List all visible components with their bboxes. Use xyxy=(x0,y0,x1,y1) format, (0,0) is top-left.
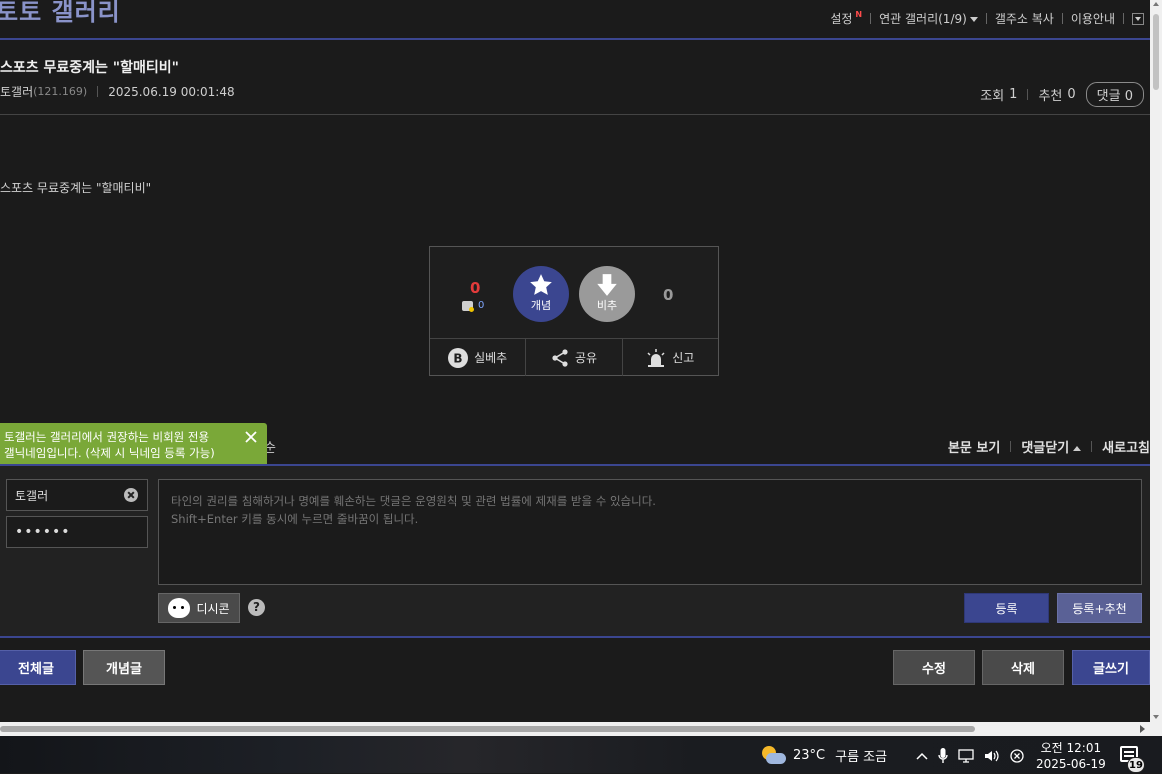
bottom-divider xyxy=(0,636,1150,638)
recommended-posts-button[interactable]: 개념글 xyxy=(83,650,165,685)
microphone-icon[interactable] xyxy=(938,748,948,764)
divider xyxy=(97,86,99,97)
close-icon[interactable] xyxy=(245,431,257,443)
related-gallery-dropdown[interactable]: 연관 갤러리(1/9) xyxy=(879,10,978,27)
silbe-recommend-button[interactable]: B 실베추 xyxy=(430,339,527,376)
report-button[interactable]: 신고 xyxy=(623,339,718,376)
weather-description: 구름 조금 xyxy=(835,749,888,765)
clear-icon[interactable] xyxy=(124,488,138,502)
copy-address-link[interactable]: 갤주소 복사 xyxy=(995,10,1054,27)
system-clock[interactable]: 오전 12:01 2025-06-19 xyxy=(1036,740,1106,772)
scroll-down-icon[interactable] xyxy=(1153,715,1159,719)
post-header-divider xyxy=(0,114,1150,115)
share-button[interactable]: 공유 xyxy=(526,339,623,376)
delete-button[interactable]: 삭제 xyxy=(982,650,1064,685)
recommend-down-button[interactable]: 비추 xyxy=(579,266,635,322)
chevron-up-icon xyxy=(1073,446,1082,451)
new-badge: N xyxy=(855,10,863,19)
partly-cloudy-icon xyxy=(760,745,786,765)
divider xyxy=(1091,441,1093,452)
horizontal-scrollbar[interactable] xyxy=(0,722,1150,736)
chevron-down-icon xyxy=(969,17,978,22)
post-meta: 토갤러 (121.169) 2025.06.19 00:01:48 xyxy=(0,83,235,100)
post-body: 스포츠 무료중계는 "할매티비" xyxy=(0,181,152,195)
clock-date: 2025-06-19 xyxy=(1036,757,1106,771)
guide-link[interactable]: 이용안내 xyxy=(1071,10,1115,27)
close-comments-link[interactable]: 댓글닫기 xyxy=(1021,437,1082,456)
comments-button[interactable]: 댓글 0 xyxy=(1085,82,1144,107)
view-body-link[interactable]: 본문 보기 xyxy=(948,437,1000,456)
recommend-up-button[interactable]: 개념 xyxy=(513,266,569,322)
help-icon[interactable]: ? xyxy=(248,599,265,616)
weather-widget[interactable]: 23°C 구름 조금 xyxy=(760,745,887,765)
scrollbar-thumb[interactable] xyxy=(0,726,975,732)
notification-count-badge: 19 xyxy=(1127,757,1145,773)
siren-icon xyxy=(647,348,665,367)
share-icon xyxy=(552,348,568,367)
chevron-up-icon[interactable] xyxy=(916,752,928,760)
nickname-tooltip: 토갤러는 갤러리에서 권장하는 비회원 전용 갤닉네임입니다. (삭제 시 닉네… xyxy=(0,423,267,476)
browser-viewport: 토토 갤러리 설정 N 연관 갤러리(1/9) 갤주소 복사 이용안내 스포츠 무… xyxy=(0,0,1150,722)
fixed-recommend: 0 xyxy=(462,300,484,312)
dccon-button[interactable]: 디시콘 xyxy=(158,593,240,623)
recommend-down-count: 0 xyxy=(663,286,674,304)
taskbar: 23°C 구름 조금 오전 12:01 2025-06-19 19 xyxy=(0,736,1162,773)
submit-recommend-button[interactable]: 등록+추천 xyxy=(1057,593,1142,623)
clock-time: 오전 12:01 xyxy=(1040,741,1102,755)
comment-menu: 본문 보기 댓글닫기 새로고침 xyxy=(948,437,1150,456)
system-tray xyxy=(916,748,1034,764)
tooltip-line-2: 갤닉네임입니다. (삭제 시 닉네임 등록 가능) xyxy=(4,446,215,460)
fix-recommend-icon xyxy=(462,300,474,312)
b-circle-icon: B xyxy=(448,347,469,368)
tooltip-line-1: 토갤러는 갤러리에서 권장하는 비회원 전용 xyxy=(4,430,210,444)
star-icon xyxy=(530,274,552,295)
expand-menu-icon[interactable] xyxy=(1132,12,1144,25)
settings-link[interactable]: 설정 N xyxy=(830,10,862,27)
scroll-right-icon[interactable] xyxy=(1140,725,1145,733)
password-input[interactable] xyxy=(6,516,148,548)
divider xyxy=(985,13,987,24)
refresh-link[interactable]: 새로고침 xyxy=(1102,437,1150,456)
views-label: 조회 xyxy=(980,89,1005,104)
all-posts-button[interactable]: 전체글 xyxy=(0,650,76,685)
close-circle-icon[interactable] xyxy=(1010,749,1024,763)
network-icon[interactable] xyxy=(958,749,974,763)
header-divider xyxy=(0,38,1150,40)
recommend-count: 0 xyxy=(1067,87,1076,102)
svg-text:B: B xyxy=(454,351,463,365)
post-datetime: 2025.06.19 00:01:48 xyxy=(108,84,235,99)
divider xyxy=(1027,89,1029,100)
top-menu: 설정 N 연관 갤러리(1/9) 갤주소 복사 이용안내 xyxy=(830,10,1144,27)
comment-write-area: 디시콘 ? 등록 등록+추천 xyxy=(0,466,1150,636)
recommend-label: 추천 xyxy=(1038,89,1063,104)
scrollbar-thumb[interactable] xyxy=(1153,14,1159,90)
dccon-face-icon xyxy=(168,598,191,618)
scrollbar-corner xyxy=(1150,722,1162,736)
vertical-scrollbar[interactable] xyxy=(1150,0,1162,722)
divider xyxy=(1010,441,1012,452)
recommend-actions: B 실베추 공유 신고 xyxy=(430,338,718,376)
recommend-up-count: 0 xyxy=(470,279,481,297)
post-stats: 조회 1 추천 0 댓글 0 xyxy=(980,82,1144,107)
recommend-box: 0 0 개념 비추 0 B 실베추 공유 신고 xyxy=(429,246,719,376)
views-count: 1 xyxy=(1009,87,1018,102)
divider xyxy=(1061,13,1063,24)
divider xyxy=(870,13,872,24)
comment-textarea[interactable] xyxy=(158,479,1142,585)
temperature: 23°C xyxy=(793,747,826,763)
speaker-icon[interactable] xyxy=(984,749,1000,763)
submit-button[interactable]: 등록 xyxy=(964,593,1049,623)
write-button[interactable]: 글쓰기 xyxy=(1072,650,1150,685)
edit-button[interactable]: 수정 xyxy=(893,650,975,685)
author-name[interactable]: 토갤러 xyxy=(0,83,33,100)
post-title: 스포츠 무료중계는 "할매티비" xyxy=(0,60,179,76)
scroll-up-icon[interactable] xyxy=(1153,2,1159,6)
arrow-down-icon xyxy=(597,274,617,296)
gallery-title[interactable]: 토토 갤러리 xyxy=(0,0,121,27)
divider xyxy=(1123,13,1124,24)
author-ip: (121.169) xyxy=(33,85,88,98)
